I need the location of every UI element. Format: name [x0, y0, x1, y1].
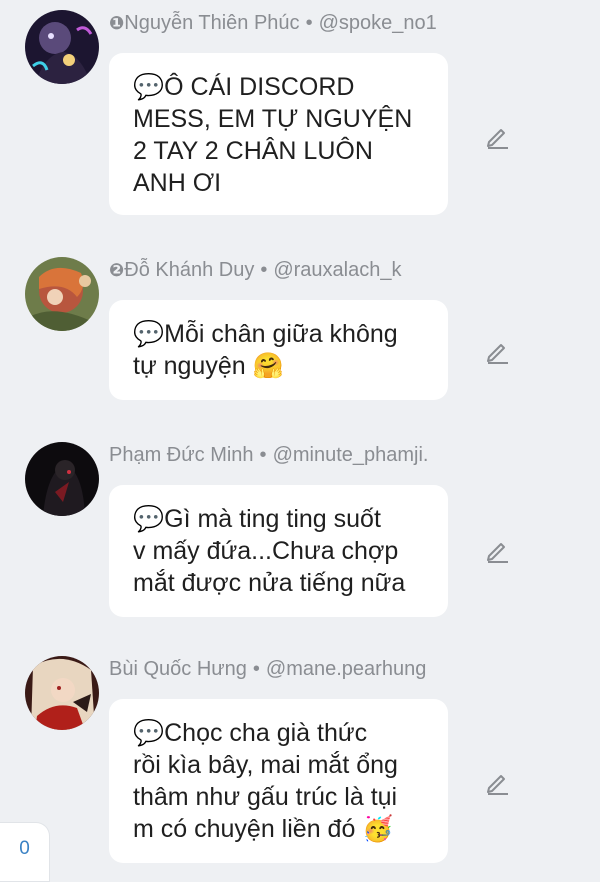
rank-badge: ❶ — [109, 13, 125, 33]
avatar-image — [25, 10, 99, 84]
avatar[interactable] — [25, 10, 99, 84]
comment-bubble[interactable]: 💬Ô CÁI DISCORD MESS, EM TỰ NGUYỆN 2 TAY … — [109, 53, 448, 215]
comment-line: rồi kìa bây, mai mắt ổng — [133, 751, 398, 779]
separator-dot: • — [305, 12, 313, 34]
author-handle[interactable]: @minute_phamji. — [273, 444, 429, 466]
comment-header: ❷Đỗ Khánh Duy • @rauxalach_k — [109, 257, 402, 283]
avatar[interactable] — [25, 257, 99, 331]
comment-line: 💬Mỗi chân giữa không — [133, 320, 398, 348]
comment-line: 💬Gì mà ting ting suốt — [133, 505, 381, 533]
separator-dot: • — [252, 658, 260, 680]
comment-line: v mấy đứa...Chưa chợp — [133, 537, 399, 565]
comment-header: Bùi Quốc Hưng • @mane.pearhung — [109, 656, 426, 682]
author-name[interactable]: Bùi Quốc Hưng — [109, 658, 247, 680]
author-name[interactable]: Đỗ Khánh Duy — [124, 259, 254, 281]
comment-line: 💬Ô CÁI DISCORD — [133, 73, 355, 101]
avatar-image — [25, 257, 99, 331]
author-name[interactable]: Nguyễn Thiên Phúc — [124, 12, 299, 34]
comment-line: thâm như gấu trúc là tụi — [133, 783, 398, 811]
comment-line: 💬Chọc cha già thức — [133, 719, 368, 747]
avatar-image — [25, 656, 99, 730]
author-name[interactable]: Phạm Đức Minh — [109, 444, 254, 466]
pencil-edit-icon[interactable] — [484, 537, 510, 563]
comment-bubble[interactable]: 💬Chọc cha già thức rồi kìa bây, mai mắt … — [109, 699, 448, 863]
separator-dot: • — [260, 259, 268, 281]
author-handle[interactable]: @rauxalach_k — [273, 259, 401, 281]
comment-line: MESS, EM TỰ NGUYỆN — [133, 105, 413, 133]
avatar-image — [25, 442, 99, 516]
author-handle[interactable]: @mane.pearhung — [266, 658, 426, 680]
comment-line: ANH ƠI — [133, 169, 222, 197]
pencil-edit-icon[interactable] — [484, 338, 510, 364]
reply-counter[interactable]: 0 — [0, 822, 50, 882]
pencil-edit-icon[interactable] — [484, 769, 510, 795]
comment-header: ❶Nguyễn Thiên Phúc • @spoke_no1 — [109, 10, 437, 36]
comment-line: 2 TAY 2 CHÂN LUÔN — [133, 137, 373, 165]
comment-line: m có chuyện liền đó 🥳 — [133, 815, 394, 843]
comment-bubble[interactable]: 💬Mỗi chân giữa không tự nguyện 🤗 — [109, 300, 448, 400]
author-handle[interactable]: @spoke_no1 — [319, 12, 437, 34]
separator-dot: • — [259, 444, 267, 466]
avatar[interactable] — [25, 442, 99, 516]
comment-bubble[interactable]: 💬Gì mà ting ting suốt v mấy đứa...Chưa c… — [109, 485, 448, 617]
rank-badge: ❷ — [109, 260, 125, 280]
comment-line: tự nguyện 🤗 — [133, 352, 284, 380]
avatar[interactable] — [25, 656, 99, 730]
pencil-edit-icon[interactable] — [484, 123, 510, 149]
comment-header: Phạm Đức Minh • @minute_phamji. — [109, 442, 429, 468]
comment-line: mắt được nửa tiếng nữa — [133, 569, 406, 597]
